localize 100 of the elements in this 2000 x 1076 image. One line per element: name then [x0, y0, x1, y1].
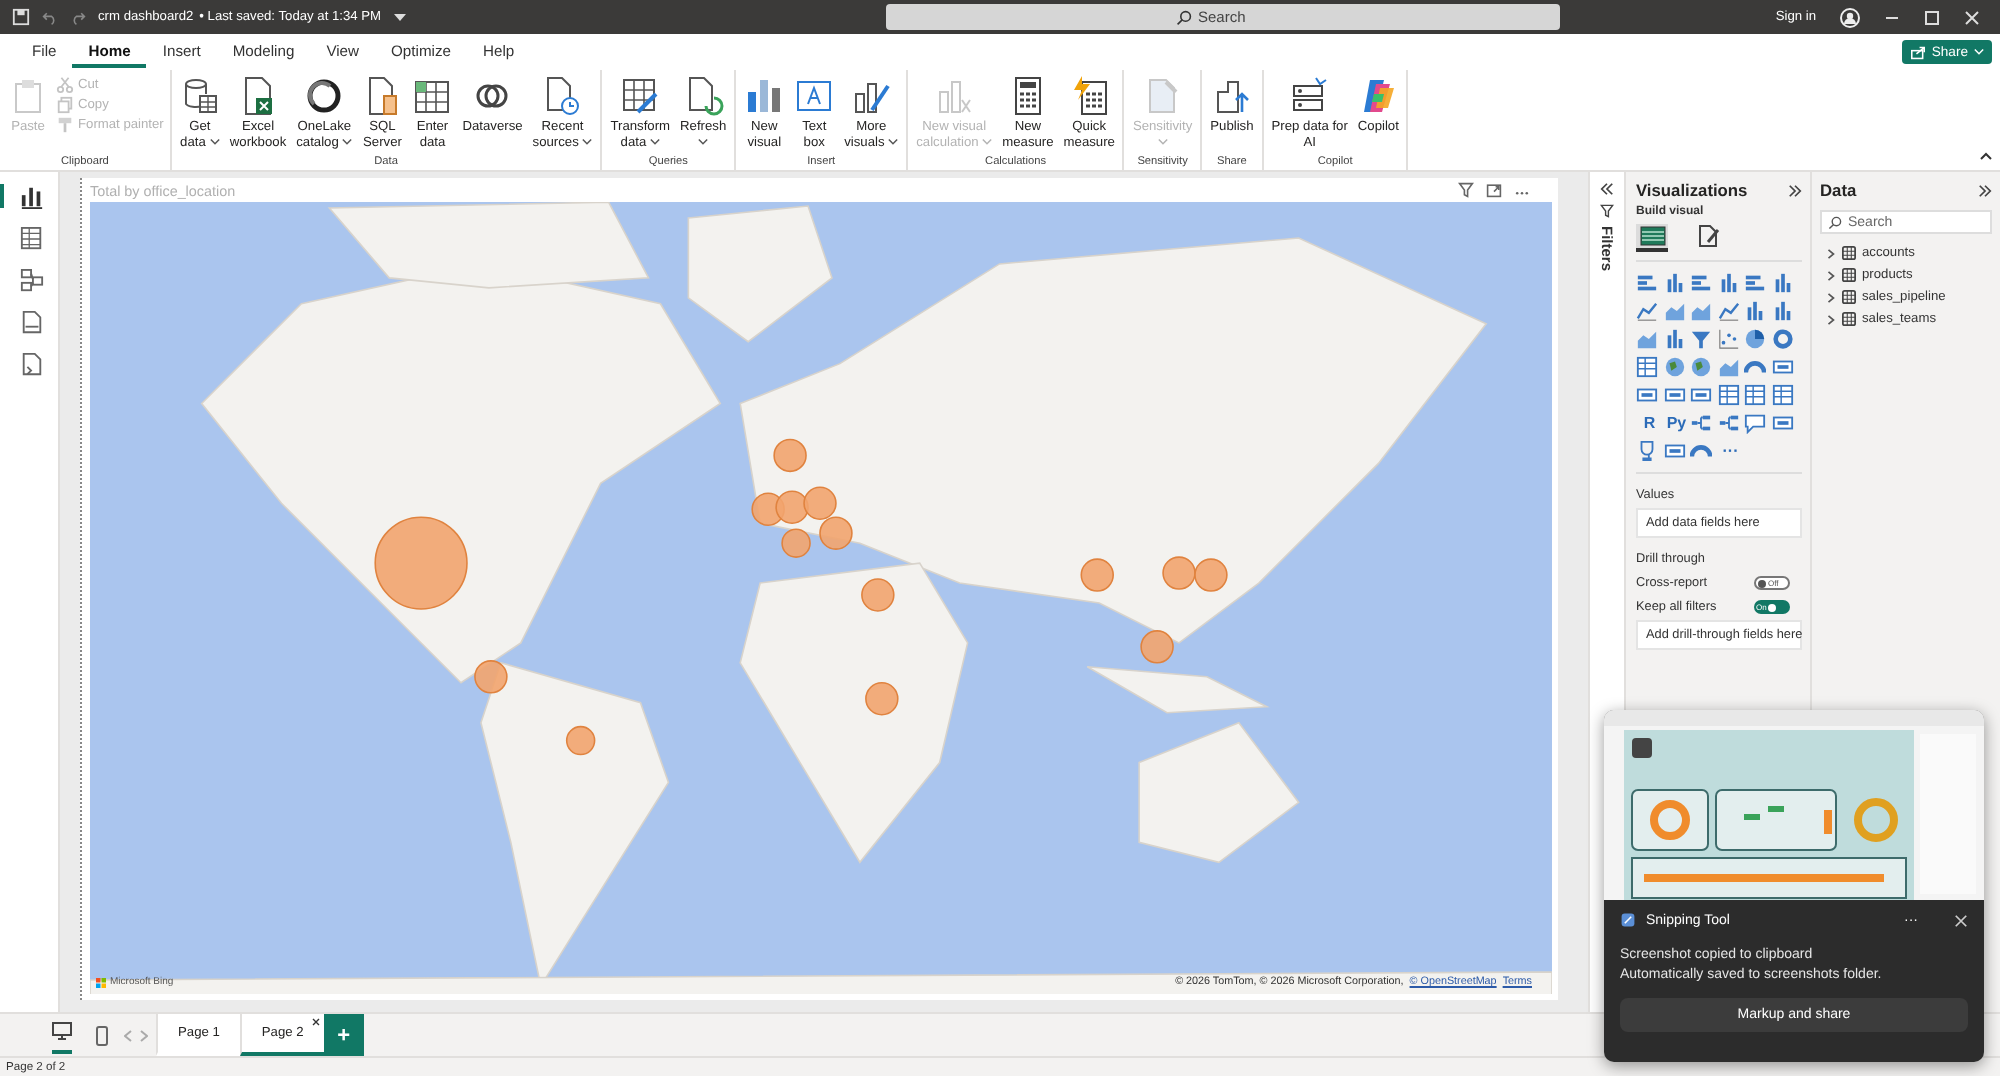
- bubble-marker: [565, 725, 596, 756]
- bubble-marker: [1162, 556, 1196, 590]
- avatar-icon[interactable]: [1840, 7, 1860, 27]
- bubble-marker: [474, 660, 508, 694]
- save-icon[interactable]: [12, 8, 30, 26]
- table-icon[interactable]: [1717, 384, 1739, 406]
- database-icon: [179, 76, 220, 116]
- chevron-right-icon[interactable]: [1826, 247, 1836, 259]
- bubble-marker: [781, 528, 811, 558]
- tree-icon[interactable]: [1690, 412, 1712, 434]
- bubble-marker: [1194, 558, 1228, 592]
- gauge-icon[interactable]: [1690, 440, 1712, 462]
- close-icon[interactable]: [311, 1018, 320, 1026]
- search-icon: [1176, 9, 1192, 25]
- table-icon[interactable]: [1636, 356, 1658, 378]
- bar-chart-icon[interactable]: [1636, 272, 1658, 294]
- undo-icon[interactable]: [42, 9, 58, 25]
- share-icon: [1909, 45, 1926, 59]
- collapse-icon[interactable]: [1600, 182, 1614, 196]
- upload-icon: [1211, 76, 1252, 116]
- globe-icon[interactable]: [1663, 356, 1685, 378]
- pie-chart-icon[interactable]: [1744, 328, 1766, 350]
- visual-type-button[interactable]: R: [1636, 412, 1663, 434]
- expand-icon[interactable]: [1788, 183, 1802, 197]
- chevron-right-icon[interactable]: [1826, 269, 1836, 281]
- maximize-icon[interactable]: [1924, 9, 1940, 25]
- tree-icon[interactable]: [1717, 412, 1739, 434]
- chevron-down-icon: [582, 137, 593, 146]
- refresh-icon: [683, 76, 724, 116]
- chevron-right-icon[interactable]: [1826, 313, 1836, 325]
- scatter-chart-icon[interactable]: [1717, 328, 1739, 350]
- chevron-down-icon: [649, 137, 660, 146]
- card-icon[interactable]: [1690, 384, 1712, 406]
- chevron-down-icon: [1157, 137, 1168, 146]
- filter-icon[interactable]: [1458, 182, 1474, 198]
- card-icon[interactable]: [1663, 440, 1685, 462]
- donut-chart-icon[interactable]: [1771, 328, 1793, 350]
- area-chart-icon[interactable]: [1690, 300, 1712, 322]
- funnel-icon[interactable]: [1690, 328, 1712, 350]
- chart-icon: [934, 76, 975, 116]
- chevron-down-icon: [209, 137, 220, 146]
- column-chart-icon[interactable]: [1771, 272, 1793, 294]
- paintbrush-icon: [56, 116, 74, 134]
- area-chart-icon[interactable]: [1663, 300, 1685, 322]
- chevron-down-icon: [1974, 48, 1984, 56]
- globe-icon[interactable]: [1690, 356, 1712, 378]
- card-icon[interactable]: [1663, 384, 1685, 406]
- column-chart-icon[interactable]: [1744, 300, 1766, 322]
- area-chart-icon[interactable]: [1717, 356, 1739, 378]
- card-icon[interactable]: [1771, 412, 1793, 434]
- gauge-icon[interactable]: [1744, 356, 1766, 378]
- chevron-down-icon: [342, 137, 353, 146]
- line-chart-icon[interactable]: [1636, 300, 1658, 322]
- trophy-icon[interactable]: [1636, 440, 1658, 462]
- pane-title: Visualizations: [1636, 180, 1748, 200]
- visual-type-button[interactable]: ···: [1717, 440, 1744, 462]
- line-chart-icon[interactable]: [1717, 300, 1739, 322]
- table-icon: [1842, 268, 1856, 282]
- visual-type-button[interactable]: Py: [1663, 412, 1690, 434]
- column-chart-icon[interactable]: [1771, 300, 1793, 322]
- table-icon[interactable]: [1744, 384, 1766, 406]
- expand-icon[interactable]: [1978, 183, 1992, 197]
- form-icon: [1289, 76, 1330, 116]
- add-page-button[interactable]: +: [323, 1014, 364, 1056]
- search-icon: [1828, 215, 1842, 229]
- desktop-icon[interactable]: [52, 1022, 72, 1040]
- column-chart-icon[interactable]: [1663, 328, 1685, 350]
- bar-chart-icon[interactable]: [1690, 272, 1712, 294]
- report-view-icon: [19, 184, 43, 210]
- table-pencil-icon: [620, 76, 661, 116]
- bubble-marker: [1140, 630, 1174, 664]
- caret-icon[interactable]: [393, 12, 406, 22]
- chevron-right-icon[interactable]: [1826, 291, 1836, 303]
- focus-mode-icon[interactable]: [1486, 182, 1502, 198]
- chevron-down-icon: [698, 137, 709, 146]
- bubble-marker: [803, 486, 837, 520]
- build-visual-tab[interactable]: [1636, 224, 1668, 252]
- area-chart-icon[interactable]: [1636, 328, 1658, 350]
- bubble-marker: [775, 490, 809, 524]
- ring-icon: [304, 76, 345, 116]
- chevron-down-icon: [982, 137, 993, 146]
- phone-icon[interactable]: [96, 1025, 108, 1045]
- scissors-icon: [56, 76, 74, 94]
- chevron-up-icon[interactable]: [1980, 152, 1992, 160]
- speech-bubble-icon[interactable]: [1744, 412, 1766, 434]
- text-box-icon: [794, 76, 835, 116]
- brush-page-icon: [1696, 224, 1720, 248]
- card-icon[interactable]: [1771, 356, 1793, 378]
- bar-chart-icon[interactable]: [1744, 272, 1766, 294]
- bar-chart-icon: [744, 76, 785, 116]
- table-icon: [1639, 226, 1665, 246]
- column-chart-icon[interactable]: [1717, 272, 1739, 294]
- pane-title: Data: [1820, 180, 1857, 200]
- column-chart-icon[interactable]: [1663, 272, 1685, 294]
- redo-icon[interactable]: [70, 9, 86, 25]
- dax-query-icon: [19, 310, 43, 336]
- model-view-icon: [19, 268, 43, 294]
- table-icon[interactable]: [1771, 384, 1793, 406]
- card-icon[interactable]: [1636, 384, 1658, 406]
- document-clock-icon: [542, 76, 583, 116]
